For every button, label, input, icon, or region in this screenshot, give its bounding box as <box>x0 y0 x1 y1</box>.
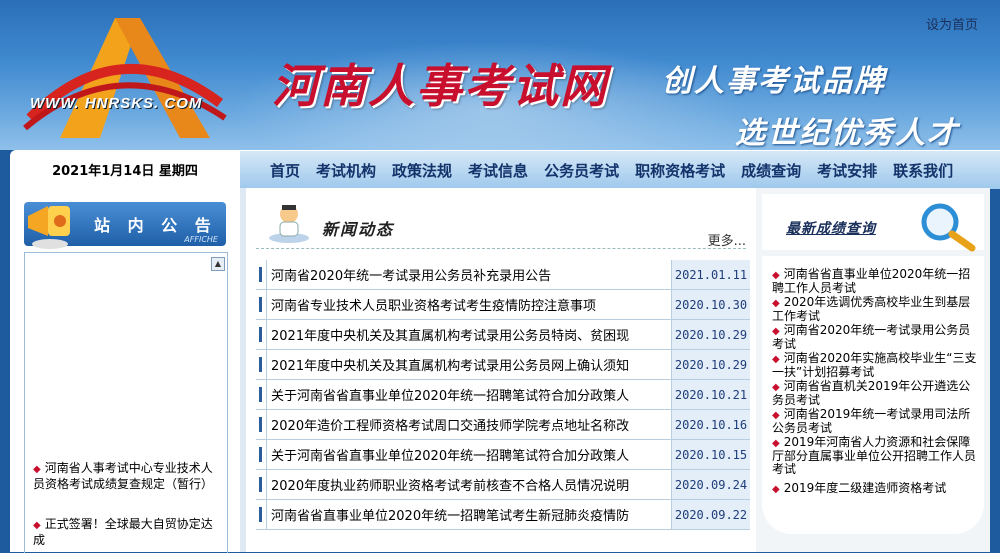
bullet-icon: ◆ <box>772 438 780 449</box>
score-title: 最新成绩查询 <box>786 221 876 237</box>
news-row-date: 2020.10.21 <box>671 379 750 410</box>
notice-item[interactable]: ◆ 正式签署！全球最大自贸协定达成 <box>33 517 213 547</box>
row-marker-icon <box>256 439 267 470</box>
news-row-title[interactable]: 河南省专业技术人员职业资格考试考生疫情防控注意事项 <box>266 289 672 320</box>
news-title: 新闻动态 <box>322 220 395 239</box>
bullet-icon: ◆ <box>772 484 780 495</box>
slogan-line-2: 选世纪优秀人才 <box>735 116 959 150</box>
news-row-date: 2020.10.16 <box>671 409 750 440</box>
row-marker-icon <box>256 499 267 530</box>
news-row-date: 2021.01.11 <box>671 260 750 290</box>
score-item[interactable]: ◆ 河南省2020年统一考试录用公务员考试 <box>772 324 980 351</box>
news-row-title[interactable]: 河南省省直事业单位2020年统一招聘笔试考生新冠肺炎疫情防 <box>266 499 672 530</box>
news-mascot-icon <box>269 205 309 243</box>
news-row-title[interactable]: 关于河南省省直事业单位2020年统一招聘笔试符合加分政策人 <box>266 439 672 470</box>
row-marker-icon <box>256 289 267 320</box>
nav-item-civil-service[interactable]: 公务员考试 <box>544 160 619 181</box>
news-more-link[interactable]: 更多... <box>708 230 746 249</box>
slogan-line-1: 创人事考试品牌 <box>662 64 886 99</box>
nav-item-exam-info[interactable]: 考试信息 <box>468 160 528 181</box>
magnifier-icon <box>921 203 976 252</box>
news-list: 河南省2020年统一考试录用公务员补充录用公告 2021.01.11 河南省专业技术… <box>256 260 750 530</box>
news-row[interactable]: 河南省专业技术人员职业资格考试考生疫情防控注意事项 2020.10.30 <box>256 289 750 320</box>
nav-item-institutions[interactable]: 考试机构 <box>316 160 376 181</box>
news-row[interactable]: 河南省省直事业单位2020年统一招聘笔试考生新冠肺炎疫情防 2020.09.22 <box>256 499 750 530</box>
news-row-title[interactable]: 2020年度执业药师职业资格考试考前核查不合格人员情况说明 <box>266 469 672 500</box>
news-row-title[interactable]: 2021年度中央机关及其直属机构考试录用公务员特岗、贫困现 <box>266 319 672 350</box>
news-row-date: 2020.10.29 <box>671 319 750 350</box>
news-row[interactable]: 关于河南省省直事业单位2020年统一招聘笔试符合加分政策人 2020.10.21 <box>256 379 750 410</box>
news-panel: 新闻动态 更多... 河南省2020年统一考试录用公务员补充录用公告 2021.0… <box>240 188 756 552</box>
bullet-icon: ◆ <box>772 298 780 309</box>
notice-header: 站 内 公 告 AFFICHE <box>24 202 226 249</box>
news-row-title[interactable]: 河南省2020年统一考试录用公务员补充录用公告 <box>266 260 672 290</box>
notice-title: 站 内 公 告 <box>94 216 217 235</box>
bullet-icon: ◆ <box>772 270 780 281</box>
news-row-date: 2020.10.30 <box>671 289 750 320</box>
bullet-icon: ◆ <box>772 354 780 365</box>
site-title: 河南人事考试网 <box>272 59 608 113</box>
bullet-icon: ◆ <box>772 410 780 421</box>
news-row-title[interactable]: 2021年度中央机关及其直属机构考试录用公务员网上确认须知 <box>266 349 672 380</box>
news-row[interactable]: 2020年度执业药师职业资格考试考前核查不合格人员情况说明 2020.09.24 <box>256 469 750 500</box>
score-item[interactable]: ◆ 河南省2020年实施高校毕业生“三支一扶”计划招募考试 <box>772 352 980 379</box>
notice-item[interactable]: ◆ 河南省人事考试中心专业技术人员资格考试成绩复查规定（暂行） <box>33 461 213 491</box>
bullet-icon: ◆ <box>33 464 41 475</box>
scroll-up-icon[interactable]: ▲ <box>211 257 225 271</box>
bullet-icon: ◆ <box>33 520 41 531</box>
score-item[interactable]: ◆ 河南省省直机关2019年公开遴选公务员考试 <box>772 380 980 407</box>
nav-item-contact[interactable]: 联系我们 <box>893 160 953 181</box>
score-item[interactable]: ◆ 2019年度二级建造师资格考试 <box>772 482 980 496</box>
date-display: 2021年1月14日 星期四 <box>10 150 240 188</box>
logo-url-text: WWW. HNRSKS. COM <box>30 95 203 112</box>
speaker-icon <box>28 206 70 249</box>
news-row[interactable]: 2021年度中央机关及其直属机构考试录用公务员网上确认须知 2020.10.29 <box>256 349 750 380</box>
news-header: 新闻动态 更多... <box>256 194 746 249</box>
score-item[interactable]: ◆ 2020年选调优秀高校毕业生到基层工作考试 <box>772 296 980 323</box>
nav-item-exam-schedule[interactable]: 考试安排 <box>817 160 877 181</box>
bullet-icon: ◆ <box>772 326 780 337</box>
score-list: ◆ 河南省省直事业单位2020年统一招聘工作人员考试 ◆ 2020年选调优秀高校毕业生… <box>762 256 984 534</box>
news-row-title[interactable]: 2020年造价工程师资格考试周口交通技师学院考点地址名称改 <box>266 409 672 440</box>
news-row-date: 2020.09.24 <box>671 469 750 500</box>
news-row[interactable]: 2021年度中央机关及其直属机构考试录用公务员特岗、贫困现 2020.10.29 <box>256 319 750 350</box>
score-item[interactable]: ◆ 河南省2019年统一考试录用司法所公务员考试 <box>772 408 980 435</box>
news-row[interactable]: 2020年造价工程师资格考试周口交通技师学院考点地址名称改 2020.10.16 <box>256 409 750 440</box>
row-marker-icon <box>256 319 267 350</box>
row-marker-icon <box>256 260 267 290</box>
news-row[interactable]: 河南省2020年统一考试录用公务员补充录用公告 2021.01.11 <box>256 260 750 290</box>
score-item[interactable]: ◆ 2019年河南省人力资源和社会保障厅部分直属事业单位公开招聘工作人员考试 <box>772 436 980 476</box>
header-banner: WWW. HNRSKS. COM 河南人事考试网 创人事考试品牌 选世纪优秀人才… <box>0 0 1000 150</box>
score-item[interactable]: ◆ 河南省省直事业单位2020年统一招聘工作人员考试 <box>772 268 980 295</box>
news-row-date: 2020.10.15 <box>671 439 750 470</box>
news-row-date: 2020.10.29 <box>671 349 750 380</box>
right-sidebar: 最新成绩查询 ◆ 河南省省直事业单位2020年统一招聘工作人员考试 ◆ 2020年选调… <box>756 188 990 552</box>
nav-item-policies[interactable]: 政策法规 <box>392 160 452 181</box>
row-marker-icon <box>256 379 267 410</box>
nav-item-home[interactable]: 首页 <box>270 160 300 181</box>
set-homepage-link[interactable]: 设为首页 <box>926 14 978 33</box>
news-row-title[interactable]: 关于河南省省直事业单位2020年统一招聘笔试符合加分政策人 <box>266 379 672 410</box>
notice-scroll-area[interactable]: ▲ ◆ 河南省人事考试中心专业技术人员资格考试成绩复查规定（暂行） ◆ 正式签署！全… <box>24 252 228 553</box>
score-header: 最新成绩查询 <box>762 194 984 252</box>
nav-item-score-query[interactable]: 成绩查询 <box>741 160 801 181</box>
row-marker-icon <box>256 469 267 500</box>
row-marker-icon <box>256 349 267 380</box>
site-logo <box>23 18 227 138</box>
notice-subtitle: AFFICHE <box>184 235 218 244</box>
main-nav: 首页 考试机构 政策法规 考试信息 公务员考试 职称资格考试 成绩查询 考试安排… <box>240 150 1000 189</box>
bullet-icon: ◆ <box>772 382 780 393</box>
left-sidebar: 站 内 公 告 AFFICHE ▲ ◆ 河南省人事考试中心专业技术人员资格考试成绩… <box>10 188 240 553</box>
nav-item-professional-qualification[interactable]: 职称资格考试 <box>635 160 725 181</box>
row-marker-icon <box>256 409 267 440</box>
news-row[interactable]: 关于河南省省直事业单位2020年统一招聘笔试符合加分政策人 2020.10.15 <box>256 439 750 470</box>
news-row-date: 2020.09.22 <box>671 499 750 530</box>
